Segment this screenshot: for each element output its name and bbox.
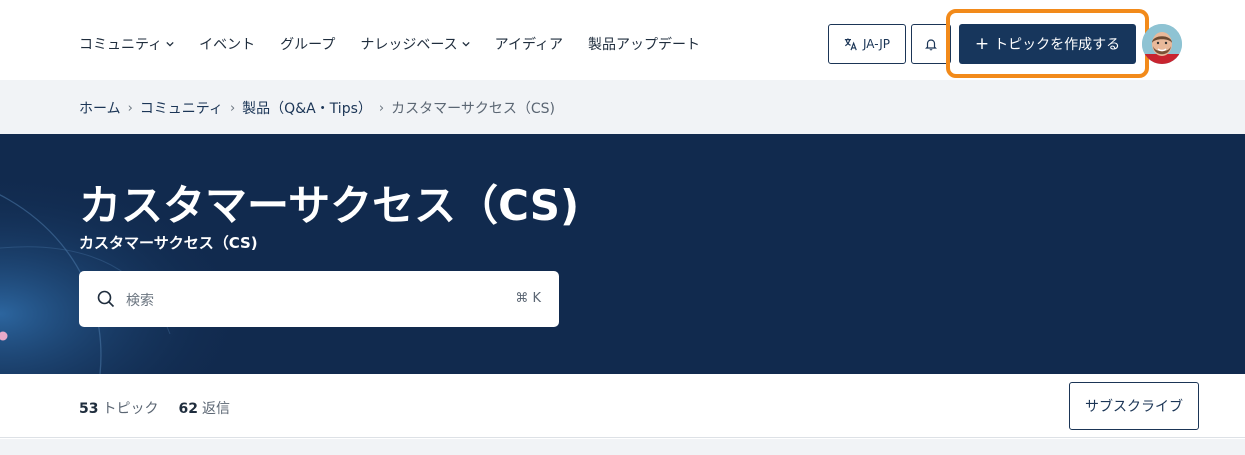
plus-icon: + <box>974 33 990 54</box>
nav-item-label: 製品アップデート <box>587 37 700 53</box>
chevron-down-icon <box>462 41 470 47</box>
chevron-right-icon: › <box>229 100 236 116</box>
topics-label: トピック <box>102 401 159 417</box>
translate-icon <box>844 38 857 51</box>
breadcrumb-products[interactable]: 製品（Q&A・Tips） <box>242 98 372 118</box>
category-stats: 53 トピック 62 返信 <box>79 398 250 418</box>
user-avatar-image <box>1142 24 1182 64</box>
page-subtitle: カスタマーサクセス（CS) <box>79 234 258 252</box>
search-placeholder: 検索 <box>126 293 154 309</box>
subscribe-button[interactable]: サブスクライブ <box>1069 382 1199 430</box>
breadcrumb-bar: ホーム › コミュニティ › 製品（Q&A・Tips） › カスタマーサクセス（… <box>0 80 1245 134</box>
page-title: カスタマーサクセス（CS) <box>79 181 580 230</box>
search-input[interactable]: 検索 ⌘ K <box>79 271 559 327</box>
category-hero: カスタマーサクセス（CS) カスタマーサクセス（CS) 検索 ⌘ K <box>0 134 1245 374</box>
language-label: JA-JP <box>862 37 891 51</box>
hero-decoration <box>0 134 420 374</box>
topics-count: 53 トピック <box>79 398 158 418</box>
notifications-button[interactable] <box>911 24 951 64</box>
content-area <box>0 439 1245 455</box>
nav-item-label: グループ <box>280 37 336 53</box>
create-topic-label: トピックを作成する <box>994 37 1121 53</box>
replies-count: 62 返信 <box>178 398 229 418</box>
main-menu: コミュニティ イベント グループ ナレッジベース アイディア 製品アップデート <box>79 34 725 54</box>
breadcrumb-home[interactable]: ホーム <box>79 98 121 118</box>
nav-item-label: イベント <box>199 37 256 53</box>
chevron-right-icon: › <box>127 100 133 116</box>
replies-number: 62 <box>178 401 198 417</box>
category-stats-bar: 53 トピック 62 返信 サブスクライブ <box>0 374 1245 438</box>
nav-item-label: コミュニティ <box>79 37 163 53</box>
search-shortcut: ⌘ K <box>515 291 541 306</box>
top-navigation: コミュニティ イベント グループ ナレッジベース アイディア 製品アップデート … <box>0 0 1245 80</box>
avatar[interactable] <box>1142 24 1182 64</box>
chevron-down-icon <box>166 41 174 47</box>
bell-icon <box>925 38 937 50</box>
topics-number: 53 <box>79 401 99 417</box>
nav-item-product-updates[interactable]: 製品アップデート <box>588 34 700 54</box>
replies-label: 返信 <box>201 401 230 417</box>
create-topic-button[interactable]: + トピックを作成する <box>959 24 1136 64</box>
nav-item-events[interactable]: イベント <box>199 34 255 54</box>
nav-item-label: ナレッジベース <box>360 37 458 53</box>
nav-item-label: アイディア <box>494 37 563 53</box>
language-button[interactable]: JA-JP <box>828 24 906 64</box>
breadcrumb-current: カスタマーサクセス（CS) <box>391 101 555 117</box>
breadcrumb: ホーム › コミュニティ › 製品（Q&A・Tips） › カスタマーサクセス（… <box>79 98 555 118</box>
chevron-right-icon: › <box>378 100 385 116</box>
nav-item-ideas[interactable]: アイディア <box>495 34 563 54</box>
nav-item-knowledge-base[interactable]: ナレッジベース <box>360 34 470 54</box>
search-icon <box>97 290 115 308</box>
nav-item-groups[interactable]: グループ <box>280 34 335 54</box>
nav-item-community[interactable]: コミュニティ <box>79 34 174 54</box>
breadcrumb-community[interactable]: コミュニティ <box>140 98 223 118</box>
